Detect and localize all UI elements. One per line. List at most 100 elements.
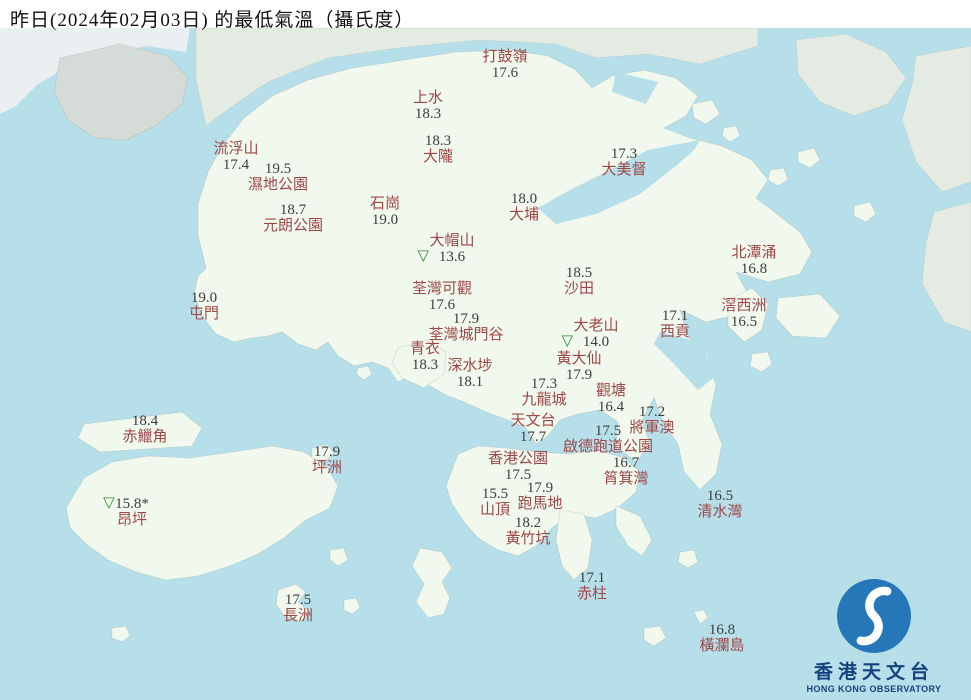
station-label: 青衣 18.3: [410, 341, 440, 373]
station-name: 坪洲: [311, 460, 343, 476]
station-min-temp-value: 17.5: [284, 592, 312, 608]
station-min-temp-value: 16.5: [730, 314, 758, 330]
station-name: 西貢: [659, 324, 691, 340]
station-name: 荃灣可觀: [411, 281, 473, 297]
station-min-temp-value: 16.4: [597, 399, 625, 415]
station-label: 18.7 元朗公園: [263, 202, 323, 234]
station-label: 18.0 大埔: [509, 191, 539, 223]
station-label: ▽ 15.8* 昂坪: [103, 493, 149, 528]
station-label: 18.5 沙田: [564, 265, 594, 297]
station-label: 18.4 赤鱲角: [122, 413, 167, 445]
station-label: 大帽山 ▽ 13.6: [417, 233, 475, 265]
station-min-temp-value: 17.7: [519, 429, 547, 445]
station-min-temp-value: 18.0: [510, 191, 538, 207]
station-name: 觀塘: [595, 383, 627, 399]
station-label: 打鼓嶺 17.6: [482, 49, 527, 81]
station-name: 石崗: [369, 196, 401, 212]
station-min-temp-value: 18.7: [279, 202, 307, 218]
station-min-temp-value: 17.6: [491, 65, 519, 81]
station-min-temp-value: 18.4: [131, 413, 159, 429]
station-min-temp-value: ▽ 13.6: [417, 246, 466, 265]
station-min-temp-value: 17.1: [578, 570, 606, 586]
station-label: 北潭涌 16.8: [731, 245, 776, 277]
station-label: 17.1 西貢: [660, 308, 690, 340]
station-name: 啟德跑道公園: [562, 439, 654, 455]
station-name: 沙田: [563, 281, 595, 297]
station-min-temp-value: 17.9: [526, 480, 554, 496]
station-name: 大老山: [573, 318, 619, 334]
station-min-temp-value: 18.3: [411, 357, 439, 373]
station-min-temp-value: 16.5: [706, 488, 734, 504]
station-name: 橫瀾島: [699, 638, 745, 654]
station-min-temp-value: 18.3: [414, 106, 442, 122]
station-name: 筲箕灣: [603, 471, 649, 487]
station-min-temp-value: 17.9: [452, 311, 480, 327]
station-name: 北潭涌: [731, 245, 777, 261]
station-min-temp-value: 16.8: [740, 261, 768, 277]
station-name: 昂坪: [116, 512, 147, 528]
station-min-temp-value: 17.9: [313, 444, 341, 460]
station-name: 赤鱲角: [122, 429, 168, 445]
station-label: 17.9 荃灣城門谷: [428, 311, 503, 343]
station-name: 香港公園: [487, 451, 549, 467]
station-label: 荃灣可觀 17.6: [412, 281, 472, 313]
hko-logo: 香港天文台 HONG KONG OBSERVATORY: [789, 577, 959, 694]
station-label: 石崗 19.0: [370, 196, 400, 228]
page-title: 昨日(2024年02月03日) 的最低氣溫（攝氏度）: [10, 10, 415, 31]
hko-logo-icon: [837, 579, 911, 653]
station-label: 17.5 啟德跑道公園: [563, 423, 653, 455]
station-name: 大隴: [422, 149, 454, 165]
station-min-temp-value: 19.0: [190, 290, 218, 306]
station-name: 赤柱: [576, 586, 608, 602]
station-name: 黃竹坑: [505, 531, 551, 547]
station-label: 17.3 大美督: [601, 146, 646, 178]
station-name: 濕地公園: [247, 177, 309, 193]
station-min-temp-value: 17.3: [610, 146, 638, 162]
station-min-temp-value: 18.2: [514, 515, 542, 531]
lowest-temp-triangle-icon: ▽: [417, 246, 430, 264]
station-label: 16.5 清水灣: [697, 488, 742, 520]
station-min-temp-value: 17.2: [638, 404, 666, 420]
station-min-temp-value: 16.8: [708, 622, 736, 638]
station-name: 大帽山: [429, 233, 475, 249]
station-name: 長洲: [282, 608, 314, 624]
station-label: 天文台 17.7: [510, 413, 555, 445]
station-label: 19.5 濕地公園: [248, 161, 308, 193]
station-min-temp-value: 18.1: [456, 374, 484, 390]
station-min-temp-value: 19.0: [371, 212, 399, 228]
station-label: 香港公園 17.5: [488, 451, 548, 483]
station-name: 黃大仙: [556, 351, 602, 367]
station-min-temp-value: 15.5: [481, 486, 509, 502]
station-name: 上水: [412, 90, 444, 106]
station-label: 滘西洲 16.5: [721, 298, 766, 330]
station-name: 清水灣: [697, 504, 743, 520]
hko-logo-name-en: HONG KONG OBSERVATORY: [806, 684, 942, 694]
station-name: 流浮山: [213, 141, 259, 157]
station-name: 深水埗: [447, 358, 493, 374]
station-min-temp-value: ▽ 14.0: [561, 331, 610, 350]
station-name: 跑馬地: [517, 496, 563, 512]
station-label: 深水埗 18.1: [447, 358, 492, 390]
station-label: 17.3 九龍城: [521, 376, 566, 408]
station-min-temp-value: 17.3: [530, 376, 558, 392]
lowest-temp-triangle-icon: ▽: [103, 493, 115, 511]
station-label: 17.5 長洲: [283, 592, 313, 624]
station-min-temp-value: 16.7: [612, 455, 640, 471]
station-label: 17.1 赤柱: [577, 570, 607, 602]
station-min-temp-value: ▽ 15.8*: [103, 493, 149, 512]
station-label: 18.2 黃竹坑: [505, 515, 550, 547]
station-label: 16.8 橫瀾島: [699, 622, 744, 654]
station-min-temp-value: 17.1: [661, 308, 689, 324]
station-name: 大美督: [601, 162, 647, 178]
station-min-temp-value: 17.5: [594, 423, 622, 439]
lowest-temp-triangle-icon: ▽: [561, 331, 574, 349]
station-name: 天文台: [510, 413, 556, 429]
station-name: 青衣: [409, 341, 441, 357]
station-label: 觀塘 16.4: [596, 383, 626, 415]
station-name: 屯門: [188, 306, 220, 322]
station-label: 大老山 ▽ 14.0: [561, 318, 619, 350]
station-min-temp-value: 18.5: [565, 265, 593, 281]
station-min-temp-value: 19.5: [264, 161, 292, 177]
station-label: 18.3 大隴: [423, 133, 453, 165]
station-label: 16.7 筲箕灣: [603, 455, 648, 487]
